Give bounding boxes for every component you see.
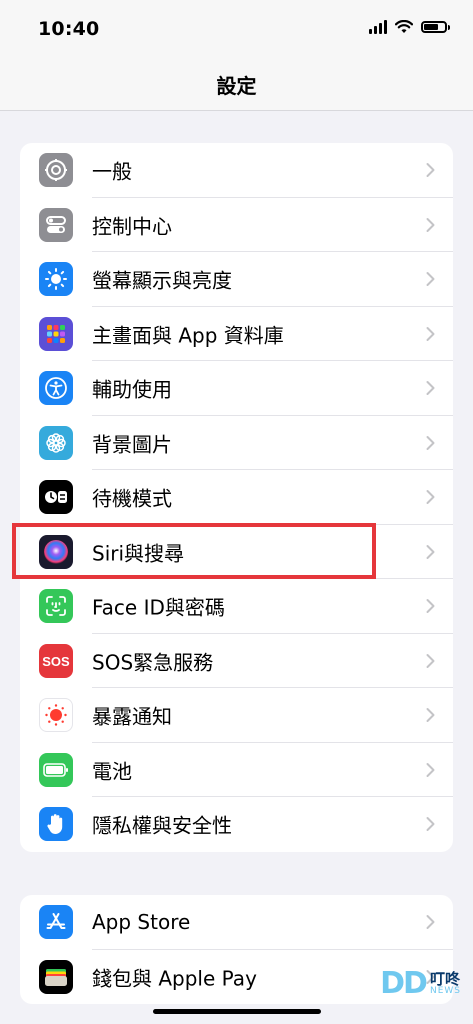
accessibility-icon [39, 371, 73, 406]
svg-text:SOS: SOS [42, 654, 70, 669]
settings-row-emergency-sos[interactable]: SOS SOS緊急服務 [20, 634, 453, 688]
chevron-right-icon [426, 762, 435, 777]
settings-row-exposure-notifications[interactable]: 暴露通知 [20, 688, 453, 743]
gear-icon [39, 153, 73, 188]
settings-row-label: 背景圖片 [92, 432, 172, 457]
toggles-icon [39, 207, 73, 242]
status-time: 10:40 [38, 18, 100, 40]
chevron-right-icon [426, 435, 435, 450]
settings-row-label: 電池 [92, 759, 132, 784]
sun-icon [39, 262, 73, 297]
chevron-right-icon [426, 544, 435, 559]
app-store-icon [39, 905, 73, 940]
page-title: 設定 [216, 74, 257, 98]
chevron-right-icon [426, 915, 435, 930]
settings-row-label: 一般 [92, 159, 132, 184]
hand-icon [39, 807, 73, 842]
chevron-right-icon [426, 326, 435, 341]
flower-icon [39, 425, 73, 460]
settings-row-standby[interactable]: 待機模式 [20, 470, 453, 525]
battery-icon [39, 752, 73, 787]
navigation-bar: 10:40 設定 [0, 0, 473, 111]
settings-row-privacy-security[interactable]: 隱私權與安全性 [20, 797, 453, 852]
watermark-logo: DD [380, 966, 428, 1001]
watermark: DD 叮咚 NEWS [380, 966, 461, 1001]
highlight-box-siri [12, 523, 376, 579]
face-id-icon [39, 589, 73, 624]
chevron-right-icon [426, 381, 435, 396]
settings-row-general[interactable]: 一般 [20, 143, 453, 198]
settings-row-accessibility[interactable]: 輔助使用 [20, 361, 453, 416]
exposure-icon [39, 698, 73, 733]
settings-group-main: 一般 控制中心 螢幕顯示與亮度 主畫面與 App 資料庫 輔助使用 背景圖片 待… [20, 143, 453, 852]
battery-status-icon [421, 21, 450, 33]
watermark-cn: 叮咚 [429, 969, 460, 988]
standby-icon [39, 480, 73, 515]
settings-row-face-id[interactable]: Face ID與密碼 [20, 579, 453, 634]
settings-row-label: 主畫面與 App 資料庫 [92, 323, 284, 348]
settings-row-app-store[interactable]: App Store [20, 895, 453, 950]
watermark-en: NEWS [429, 985, 461, 996]
settings-row-label: 錢包與 Apple Pay [92, 966, 257, 991]
settings-row-label: SOS緊急服務 [92, 650, 214, 675]
settings-row-wallpaper[interactable]: 背景圖片 [20, 416, 453, 470]
settings-row-control-center[interactable]: 控制中心 [20, 198, 453, 252]
settings-row-label: 隱私權與安全性 [92, 813, 232, 838]
settings-row-label: 控制中心 [92, 214, 172, 239]
settings-row-battery[interactable]: 電池 [20, 743, 453, 797]
home-indicator[interactable] [153, 1009, 321, 1014]
settings-row-label: 輔助使用 [92, 377, 172, 402]
chevron-right-icon [426, 653, 435, 668]
chevron-right-icon [426, 163, 435, 178]
sos-icon: SOS [39, 643, 73, 678]
app-grid-icon [39, 316, 73, 351]
watermark-text: 叮咚 NEWS [429, 969, 461, 996]
chevron-right-icon [426, 599, 435, 614]
cellular-signal-icon [369, 20, 387, 34]
status-icons [369, 20, 450, 34]
chevron-right-icon [426, 817, 435, 832]
chevron-right-icon [426, 490, 435, 505]
chevron-right-icon [426, 272, 435, 287]
settings-row-label: 待機模式 [92, 486, 172, 511]
settings-row-display-brightness[interactable]: 螢幕顯示與亮度 [20, 252, 453, 307]
settings-row-label: Face ID與密碼 [92, 595, 225, 620]
chevron-right-icon [426, 708, 435, 723]
settings-row-label: 螢幕顯示與亮度 [92, 268, 232, 293]
wifi-icon [395, 20, 413, 33]
wallet-icon [39, 959, 73, 994]
settings-row-label: App Store [92, 910, 191, 935]
settings-row-label: 暴露通知 [92, 704, 172, 729]
chevron-right-icon [426, 217, 435, 232]
settings-row-home-screen[interactable]: 主畫面與 App 資料庫 [20, 307, 453, 361]
